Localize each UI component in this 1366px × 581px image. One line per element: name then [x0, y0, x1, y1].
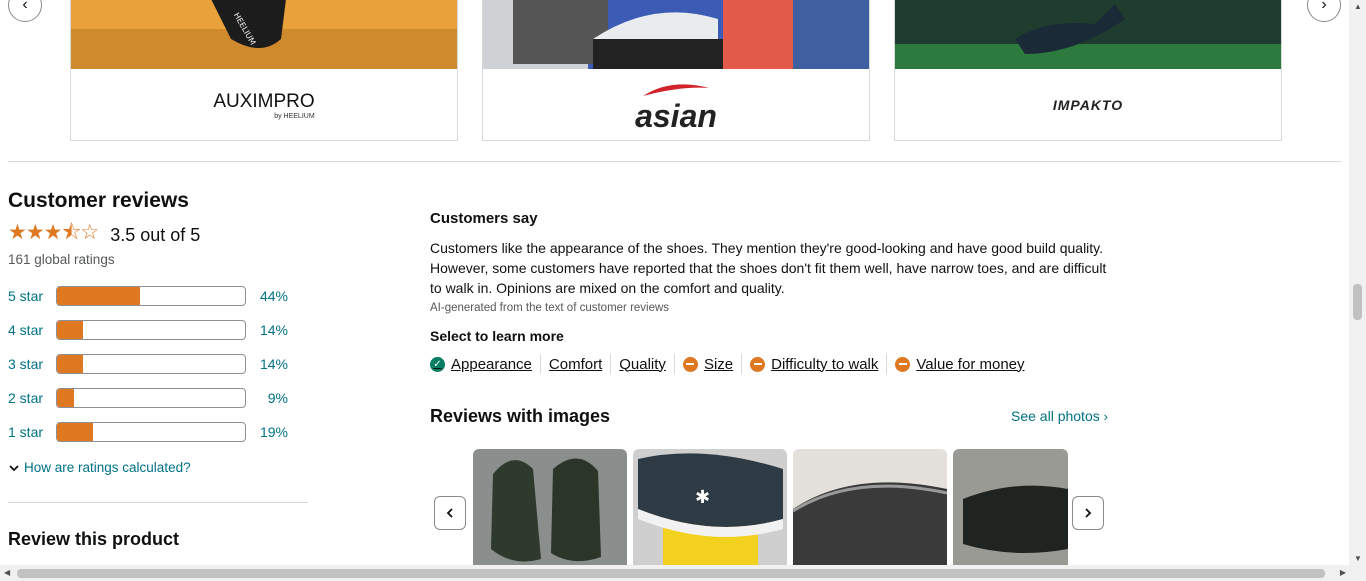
histogram-row[interactable]: 2 star 9% — [8, 387, 288, 409]
svg-text:✱: ✱ — [695, 487, 710, 508]
histogram-row[interactable]: 4 star 14% — [8, 319, 288, 341]
horizontal-scroll-thumb[interactable] — [17, 569, 1325, 578]
histogram-bar-fill — [57, 389, 74, 407]
brand-image: HEELIUM — [71, 0, 457, 69]
global-ratings-count: 161 global ratings — [8, 252, 115, 267]
histogram-percent[interactable]: 19% — [246, 424, 288, 440]
histogram-percent[interactable]: 14% — [246, 322, 288, 338]
aspect-label: Quality — [619, 355, 666, 373]
aspect-label: Difficulty to walk — [771, 355, 879, 373]
histogram-star-label[interactable]: 5 star — [8, 288, 56, 304]
images-next-button[interactable] — [1072, 496, 1104, 530]
ai-generated-note: AI-generated from the text of customer r… — [430, 302, 670, 314]
how-ratings-calculated-link[interactable]: How are ratings calculated? — [8, 460, 191, 475]
histogram-star-label[interactable]: 1 star — [8, 424, 56, 440]
chevron-right-icon — [1085, 508, 1092, 518]
aspect-chips: ✓ Appearance Comfort Quality Size Difficulty … — [430, 354, 1033, 374]
review-image[interactable] — [473, 449, 627, 565]
scroll-right-icon[interactable]: ▶ — [1340, 568, 1346, 577]
chevron-left-icon — [446, 508, 453, 518]
brand-card-asian[interactable]: asian — [482, 0, 870, 141]
histogram-percent[interactable]: 14% — [246, 356, 288, 372]
average-rating[interactable]: ★★★⯪☆ 3.5 out of 5 — [8, 218, 200, 253]
vertical-scrollbar[interactable]: ▲ ▼ — [1349, 0, 1366, 565]
see-all-label: See all photos — [1011, 408, 1100, 424]
customers-say-summary: Customers like the appearance of the sho… — [430, 240, 1107, 296]
mixed-sentiment-icon — [750, 356, 766, 372]
brand-card-impakto[interactable]: IMPAKTO — [894, 0, 1282, 141]
review-image[interactable] — [953, 449, 1068, 565]
horizontal-scrollbar[interactable]: ◀ ▶ — [0, 565, 1366, 581]
aspect-label: Value for money — [916, 355, 1025, 373]
brand-image — [895, 0, 1281, 69]
carousel-next-button[interactable]: › — [1307, 0, 1341, 22]
scroll-up-icon[interactable]: ▲ — [1354, 2, 1362, 11]
customers-say-title: Customers say — [430, 210, 538, 227]
histogram-star-label[interactable]: 2 star — [8, 390, 56, 406]
histogram-row[interactable]: 3 star 14% — [8, 353, 288, 375]
images-prev-button[interactable] — [434, 496, 466, 530]
carousel-prev-button[interactable]: ‹ — [8, 0, 42, 22]
brand-card-auximpro[interactable]: HEELIUM AUXIMPRO by HEELIUM — [70, 0, 458, 141]
rating-text: 3.5 out of 5 — [110, 225, 201, 245]
review-image[interactable] — [793, 449, 947, 565]
aspect-chip[interactable]: ✓ Appearance — [430, 354, 540, 374]
aspect-chip[interactable]: Value for money — [886, 354, 1032, 374]
aspect-chip[interactable]: Quality — [610, 354, 674, 374]
histogram-bar[interactable] — [56, 320, 246, 340]
aspect-label: Appearance — [451, 355, 532, 373]
chevron-left-icon: ‹ — [22, 0, 28, 13]
chevron-right-icon: › — [1103, 409, 1108, 424]
mixed-sentiment-icon — [895, 356, 911, 372]
select-to-learn-title: Select to learn more — [430, 328, 564, 344]
reviews-with-images-title: Reviews with images — [430, 406, 611, 426]
scroll-left-icon[interactable]: ◀ — [4, 568, 10, 577]
histogram-bar-fill — [57, 355, 84, 373]
review-image[interactable]: ✱ — [633, 449, 787, 565]
brand-logo: IMPAKTO — [1052, 97, 1124, 113]
aspect-chip[interactable]: Size — [673, 354, 741, 374]
aspect-label: Comfort — [548, 355, 603, 373]
aspect-label: Size — [703, 355, 734, 373]
brand-logo: AUXIMPRO by HEELIUM — [213, 90, 315, 120]
histogram-row[interactable]: 1 star 19% — [8, 421, 288, 443]
histogram-bar[interactable] — [56, 286, 246, 306]
histogram-bar[interactable] — [56, 354, 246, 374]
see-all-photos-link[interactable]: See all photos › — [1011, 408, 1108, 424]
star-rating-icon: ★★★⯪☆ — [8, 221, 99, 244]
brand-image — [483, 0, 869, 69]
section-divider — [8, 161, 1341, 162]
how-calc-label: How are ratings calculated? — [24, 460, 191, 475]
histogram-bar-fill — [57, 423, 93, 441]
aspect-chip[interactable]: Difficulty to walk — [741, 354, 886, 374]
histogram-row[interactable]: 5 star 44% — [8, 285, 288, 307]
histogram-bar[interactable] — [56, 422, 246, 442]
review-this-product-title: Review this product — [8, 529, 180, 549]
histogram-bar[interactable] — [56, 388, 246, 408]
histogram-star-label[interactable]: 3 star — [8, 356, 56, 372]
histogram-bar-fill — [57, 321, 84, 339]
scroll-down-icon[interactable]: ▼ — [1354, 554, 1362, 563]
brand-logo: asian — [483, 69, 869, 140]
vertical-scroll-thumb[interactable] — [1353, 284, 1362, 320]
customer-reviews-title: Customer reviews — [8, 189, 189, 212]
histogram-percent[interactable]: 44% — [246, 288, 288, 304]
chevron-right-icon: › — [1321, 0, 1327, 13]
left-divider — [8, 502, 308, 503]
histogram-star-label[interactable]: 4 star — [8, 322, 56, 338]
mixed-sentiment-icon — [682, 356, 698, 372]
aspect-chip[interactable]: Comfort — [539, 354, 610, 374]
histogram-percent[interactable]: 9% — [246, 390, 288, 406]
checkmark-icon: ✓ — [430, 356, 445, 372]
chevron-down-icon — [9, 464, 19, 471]
histogram-bar-fill — [57, 287, 140, 305]
